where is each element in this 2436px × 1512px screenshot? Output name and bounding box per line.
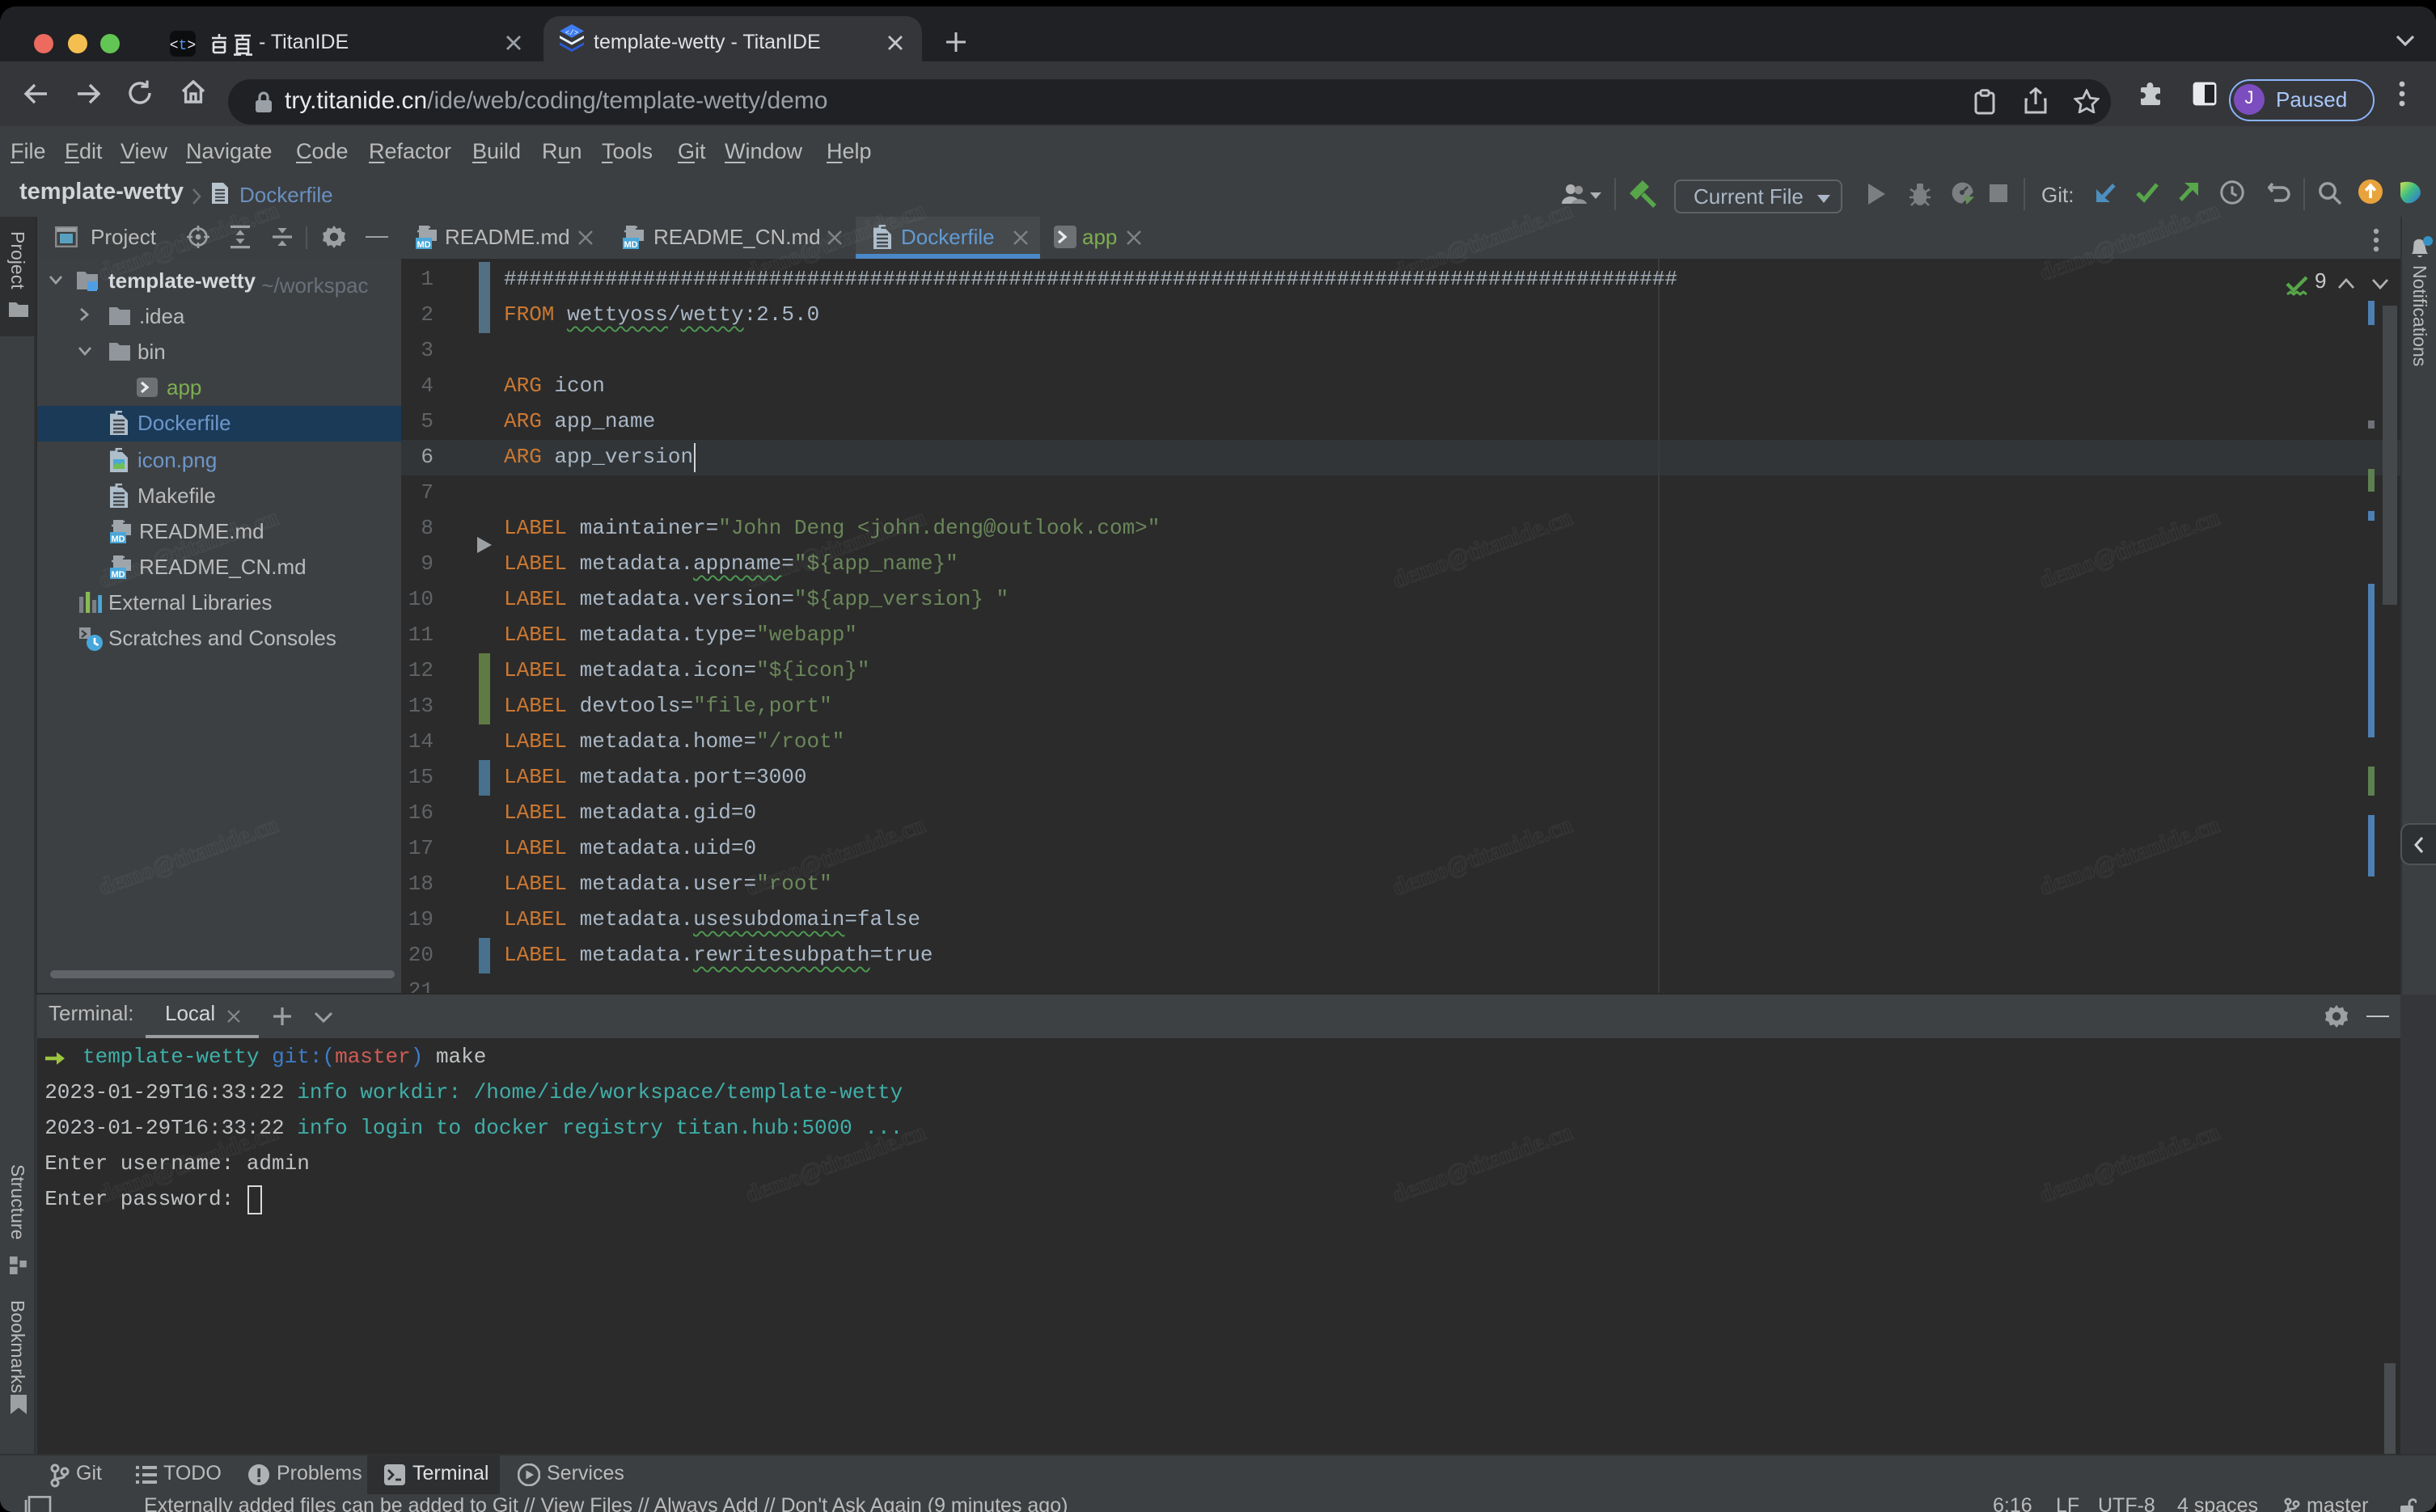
svg-text:</>: </> [565, 29, 578, 37]
svg-text:MD: MD [417, 240, 430, 250]
svg-text:MD: MD [111, 534, 125, 543]
svg-text:<t>: <t> [170, 38, 196, 54]
svg-text:MD: MD [624, 240, 637, 250]
